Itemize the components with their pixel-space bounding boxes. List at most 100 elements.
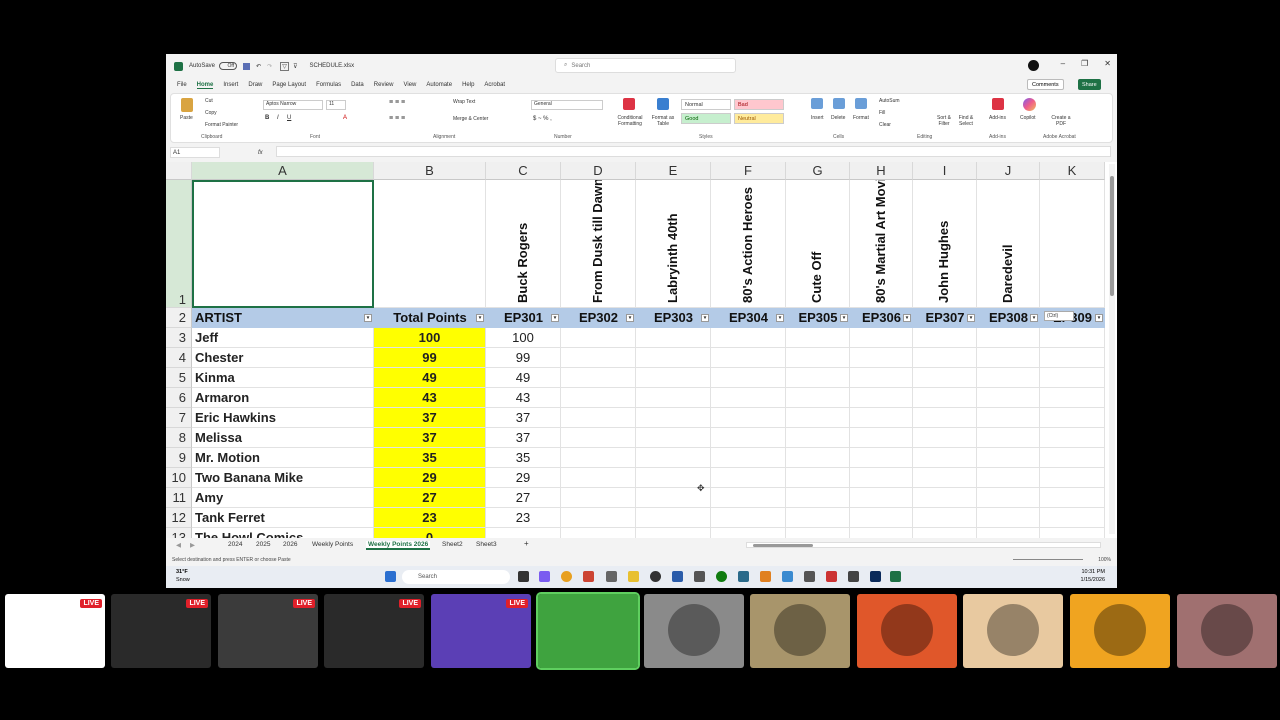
file-name[interactable]: SCHEDULE.xlsx [310,63,355,69]
cell[interactable] [1040,448,1105,468]
weather-temp[interactable]: 31°F [176,569,188,575]
align-left-icon[interactable]: ≡ ≡ ≡ [389,115,405,122]
filter-dropdown-icon[interactable]: ▾ [967,314,975,322]
cell[interactable] [913,428,977,448]
cell[interactable] [561,468,636,488]
sheet-tab-sheet3[interactable]: Sheet3 [476,541,497,548]
stream-tile[interactable] [963,594,1063,668]
cell[interactable] [913,508,977,528]
cell[interactable] [636,348,711,368]
cell[interactable] [850,488,913,508]
cell[interactable] [913,368,977,388]
cell[interactable]: From Dusk till Dawn 3 [561,180,636,308]
row-header[interactable]: 3 [166,328,192,348]
format-painter-button[interactable]: Format Painter [205,122,238,128]
filter-dropdown-icon[interactable]: ▾ [776,314,784,322]
taskbar-search[interactable]: Search [402,570,510,584]
stream-tile[interactable] [536,592,640,670]
column-header-c[interactable]: C [486,162,561,180]
cell[interactable] [1040,328,1105,348]
scroll-tabs-left-icon[interactable]: ◀ [176,541,181,549]
cell[interactable] [977,348,1040,368]
cell[interactable] [561,348,636,368]
cell[interactable] [977,388,1040,408]
cell[interactable] [1040,428,1105,448]
cell[interactable] [636,528,711,538]
artist-cell[interactable]: Melissa [192,428,374,448]
ep301-cell[interactable]: 35 [486,448,561,468]
cell[interactable]: 80's Martial Art Movie [850,180,913,308]
row-header[interactable]: 13 [166,528,192,538]
select-all-corner[interactable] [166,162,192,180]
ep301-cell[interactable] [486,528,561,538]
cell[interactable] [786,428,850,448]
cell[interactable] [1040,408,1105,428]
column-header-b[interactable]: B [374,162,486,180]
search-input[interactable]: ⌕ Search [555,58,736,73]
artist-cell[interactable]: Tank Ferret [192,508,374,528]
insert-cells-label[interactable]: Insert [811,115,824,121]
cell[interactable] [711,528,786,538]
cell[interactable] [711,448,786,468]
ep301-cell[interactable]: 23 [486,508,561,528]
app-icon-10[interactable] [848,571,859,582]
cell[interactable] [913,448,977,468]
stream-tile[interactable] [644,594,744,668]
create-pdf-button[interactable]: Create a PDF [1051,115,1071,127]
cell[interactable]: Cute Off [786,180,850,308]
filter-dropdown-icon[interactable]: ▾ [903,314,911,322]
restore-icon[interactable]: ❐ [1081,59,1088,68]
column-header-g[interactable]: G [786,162,850,180]
paste-label[interactable]: Paste [180,115,193,121]
cell[interactable] [977,488,1040,508]
copilot-app-icon[interactable] [539,571,550,582]
artist-cell[interactable]: Two Banana Mike [192,468,374,488]
paste-options-button[interactable]: (Ctrl) [1044,311,1074,321]
cell[interactable] [786,488,850,508]
table-header-cell[interactable]: EP306 ▾ [850,308,913,328]
cell[interactable] [561,328,636,348]
scroll-tabs-right-icon[interactable]: ▶ [190,541,195,549]
italic-button[interactable]: I [277,115,279,121]
stream-tile[interactable]: LIVE [218,594,318,668]
sheet-tab-2024[interactable]: 2024 [228,541,242,548]
row-header[interactable]: 8 [166,428,192,448]
tab-formulas[interactable]: Formulas [316,82,341,88]
cell[interactable] [913,528,977,538]
ep301-cell[interactable]: 27 [486,488,561,508]
sheet-tab-2026[interactable]: 2026 [283,541,297,548]
tab-file[interactable]: File [177,82,187,88]
worksheet-grid[interactable]: A B C D E F G H I J K 1 2 3 4 5 6 7 8 9 10 11 12 13 Buck Rogers F… [166,162,1117,538]
tab-home[interactable]: Home [196,82,214,89]
column-header-e[interactable]: E [636,162,711,180]
cell[interactable] [850,328,913,348]
cell[interactable] [786,368,850,388]
paste-icon[interactable] [181,98,193,112]
style-good[interactable]: Good [681,113,731,124]
file-explorer-icon[interactable] [628,571,639,582]
format-cells-label[interactable]: Format [853,115,869,121]
column-header-d[interactable]: D [561,162,636,180]
cell[interactable] [711,368,786,388]
cell[interactable] [850,468,913,488]
ep301-cell[interactable]: 43 [486,388,561,408]
total-points-cell[interactable]: 23 [374,508,486,528]
cell[interactable] [711,428,786,448]
app-icon-3[interactable] [650,571,661,582]
clear-button[interactable]: Clear [879,122,891,128]
filter-dropdown-icon[interactable]: ▾ [1095,314,1103,322]
underline-button[interactable]: U [287,115,291,121]
column-header-a[interactable]: A [192,162,374,180]
cell[interactable] [977,448,1040,468]
cell[interactable] [711,488,786,508]
row-header[interactable]: 10 [166,468,192,488]
total-points-cell[interactable]: 29 [374,468,486,488]
sheet-tab-sheet2[interactable]: Sheet2 [442,541,463,548]
cell[interactable] [711,508,786,528]
close-icon[interactable]: ✕ [1104,59,1111,68]
row-header[interactable]: 5 [166,368,192,388]
cell[interactable] [1040,488,1105,508]
cell[interactable] [850,388,913,408]
app-icon-6[interactable] [738,571,749,582]
column-header-h[interactable]: H [850,162,913,180]
